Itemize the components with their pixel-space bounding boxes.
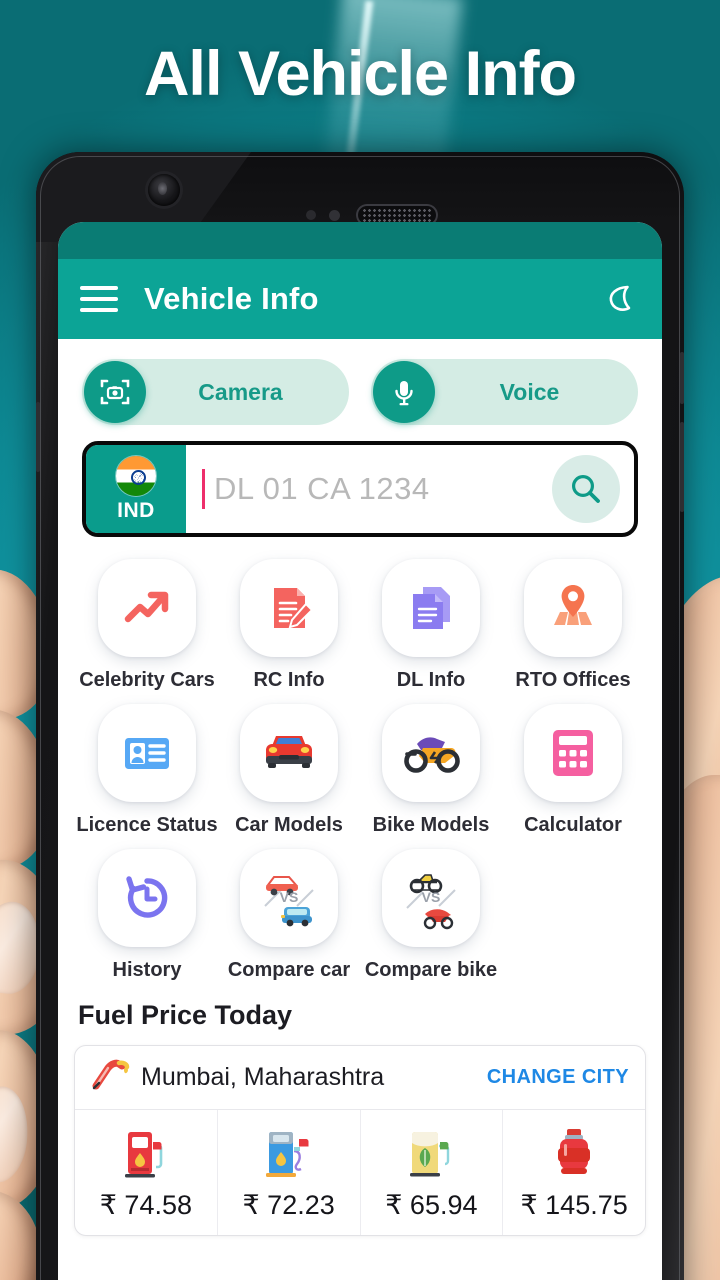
fuel-price-value: ₹ 72.23	[242, 1190, 335, 1220]
feature-dl-info[interactable]: DL Info	[360, 559, 502, 692]
power-button[interactable]	[680, 352, 684, 404]
status-bar	[58, 222, 662, 259]
camera-button[interactable]: Camera	[82, 359, 349, 425]
volume-rocker-button[interactable]	[680, 422, 684, 512]
feature-grid-row: Licence Status Car Models Bike Models Ca…	[76, 704, 644, 849]
phone-device: Vehicle Info Camera Voice IND DL 01 CA 1…	[36, 152, 684, 1280]
svg-text:VS: VS	[280, 889, 299, 905]
fuel-price-value: ₹ 145.75	[520, 1190, 628, 1220]
map-pin-icon	[524, 559, 622, 657]
id-card-icon	[98, 704, 196, 802]
proximity-sensor-icon	[306, 210, 316, 220]
volume-button[interactable]	[36, 402, 40, 472]
search-icon	[572, 475, 600, 503]
country-code-label: IND	[117, 498, 155, 522]
feature-licence-status[interactable]: Licence Status	[76, 704, 218, 837]
feature-car-models[interactable]: Car Models	[218, 704, 360, 837]
front-camera-icon	[148, 174, 180, 206]
text-cursor	[202, 469, 205, 509]
feature-label: Car Models	[235, 814, 343, 836]
search-placeholder: DL 01 CA 1234	[214, 471, 430, 506]
compare-cars-icon: VS	[240, 849, 338, 947]
phone-screen: Vehicle Info Camera Voice IND DL 01 CA 1…	[58, 222, 662, 1280]
voice-button-label: Voice	[499, 378, 560, 405]
moon-icon[interactable]	[600, 279, 640, 319]
feature-label: Compare bike	[364, 959, 498, 981]
fuel-price-lpg: ₹ 145.75	[503, 1110, 645, 1235]
feature-label: RTO Offices	[515, 669, 631, 691]
promo-screenshot: All Vehicle Info Vehicle Info Camera Voi…	[0, 0, 720, 1280]
voice-button[interactable]: Voice	[371, 359, 638, 425]
cng-pump-icon	[404, 1124, 458, 1180]
search-button[interactable]	[552, 455, 620, 523]
hamburger-menu-icon[interactable]	[80, 286, 118, 312]
light-sensor-icon	[329, 210, 340, 221]
feature-label: DL Info	[396, 669, 466, 691]
clock-history-icon	[98, 849, 196, 947]
fuel-nozzle-icon	[91, 1058, 130, 1097]
fuel-price-cng: ₹ 65.94	[361, 1110, 504, 1235]
feature-rc-info[interactable]: RC Info	[218, 559, 360, 692]
feature-label: Licence Status	[76, 814, 218, 836]
fuel-section-title: Fuel Price Today	[78, 1000, 293, 1030]
feature-compare-bike[interactable]: VS Compare bike	[360, 849, 502, 982]
feature-bike-models[interactable]: Bike Models	[360, 704, 502, 837]
india-flag-icon	[116, 455, 156, 496]
country-badge: IND	[86, 445, 186, 533]
feature-label: Compare car	[227, 959, 351, 981]
fuel-price-card: Mumbai, Maharashtra CHANGE CITY ₹ 74.58 …	[74, 1045, 646, 1236]
feature-label: History	[112, 959, 182, 981]
fuel-price-diesel: ₹ 72.23	[218, 1110, 361, 1235]
lpg-cylinder-icon	[552, 1124, 596, 1180]
documents-icon	[382, 559, 480, 657]
page-title: Vehicle Info	[144, 281, 319, 316]
feature-label: Bike Models	[372, 814, 490, 836]
fuel-price-petrol: ₹ 74.58	[75, 1110, 218, 1235]
calculator-icon	[524, 704, 622, 802]
fuel-card-header: Mumbai, Maharashtra CHANGE CITY	[75, 1046, 645, 1110]
search-input[interactable]: DL 01 CA 1234	[186, 469, 552, 509]
fuel-price-value: ₹ 65.94	[385, 1190, 478, 1220]
microphone-icon	[373, 361, 435, 423]
feature-history[interactable]: History	[76, 849, 218, 982]
camera-icon	[84, 361, 146, 423]
camera-button-label: Camera	[198, 378, 283, 405]
feature-calculator[interactable]: Calculator	[502, 704, 644, 837]
car-front-icon	[240, 704, 338, 802]
feature-label: Calculator	[524, 814, 622, 836]
feature-compare-car[interactable]: VS Compare car	[218, 849, 360, 982]
change-city-button[interactable]: CHANGE CITY	[487, 1066, 629, 1089]
svg-text:VS: VS	[422, 889, 441, 905]
motorcycle-icon	[382, 704, 480, 802]
feature-celebrity-cars[interactable]: Celebrity Cars	[76, 559, 218, 692]
quick-action-row: Camera Voice	[58, 339, 662, 425]
vehicle-number-search-bar[interactable]: IND DL 01 CA 1234	[82, 441, 638, 537]
compare-bikes-icon: VS	[382, 849, 480, 947]
feature-grid-row: History VS Compare car VS Compare bike	[76, 849, 644, 994]
promo-headline: All Vehicle Info	[143, 39, 577, 109]
feature-grid: Celebrity Cars RC Info DL Info RTO Offic…	[58, 537, 662, 994]
fuel-price-row: ₹ 74.58 ₹ 72.23 ₹ 65.94 ₹ 145.75	[75, 1110, 645, 1235]
trending-up-icon	[98, 559, 196, 657]
diesel-pump-icon	[261, 1124, 317, 1180]
feature-label: Celebrity Cars	[79, 669, 215, 691]
document-edit-icon	[240, 559, 338, 657]
feature-grid-row: Celebrity Cars RC Info DL Info RTO Offic…	[76, 559, 644, 704]
app-bar: Vehicle Info	[58, 259, 662, 339]
feature-rto-offices[interactable]: RTO Offices	[502, 559, 644, 692]
feature-label: RC Info	[253, 669, 325, 691]
petrol-pump-icon	[120, 1124, 172, 1180]
fuel-city-label: Mumbai, Maharashtra	[141, 1063, 385, 1091]
fuel-price-value: ₹ 74.58	[99, 1190, 192, 1220]
